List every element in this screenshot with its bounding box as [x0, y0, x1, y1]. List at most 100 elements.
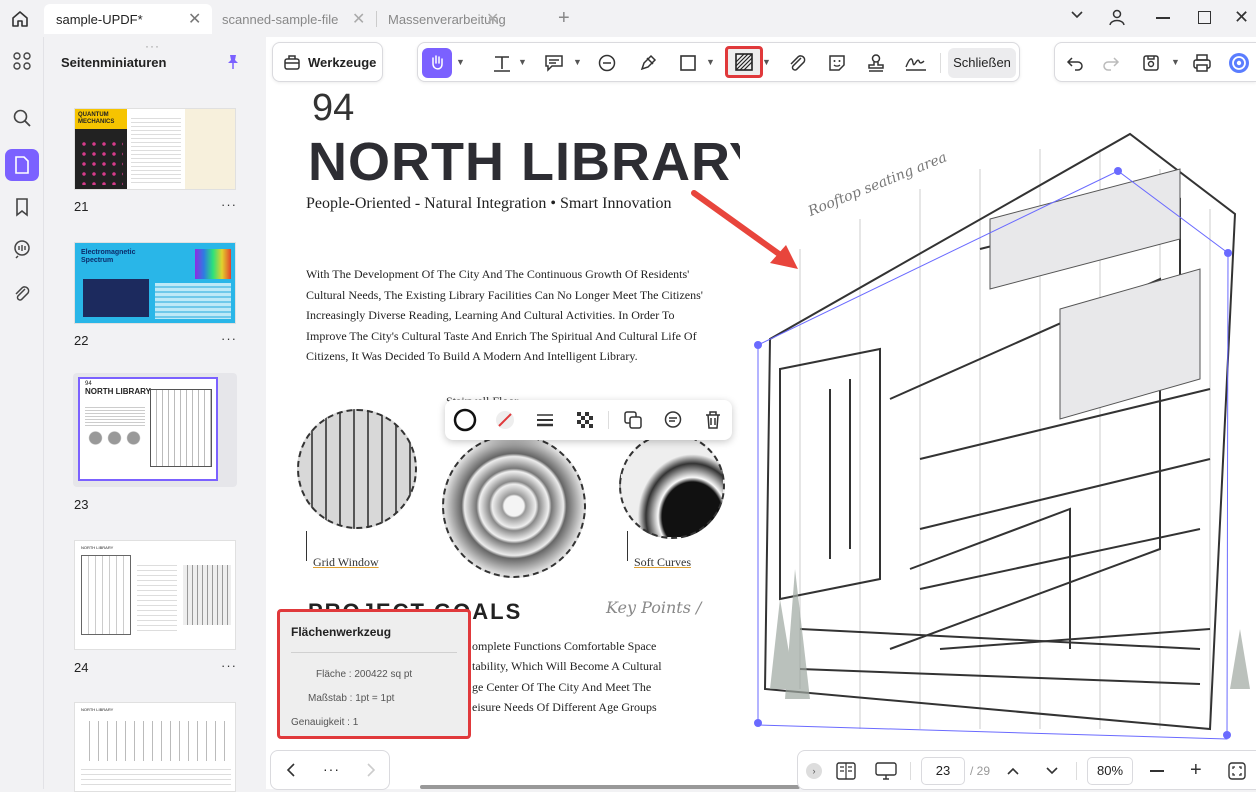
text-tool-icon[interactable] [488, 49, 516, 77]
thumbnail-number: 23 [74, 497, 89, 512]
close-tab-icon[interactable]: ✕ [486, 9, 499, 29]
bookmark-icon[interactable] [8, 193, 36, 221]
tools-button[interactable]: Werkzeuge [308, 55, 376, 70]
stairwell-image [442, 434, 586, 578]
attachment-icon[interactable] [8, 280, 36, 308]
fill-color-icon[interactable] [491, 406, 519, 434]
page-thumbnails-icon[interactable] [5, 149, 39, 181]
pin-icon[interactable] [225, 54, 241, 75]
thumb-diagram [81, 721, 231, 761]
label-line [627, 531, 628, 561]
building-illustration[interactable] [740, 129, 1256, 749]
thumb-building [150, 389, 212, 467]
goals-line-3: ge Center Of The City And Meet The [472, 680, 652, 694]
thumb-caption: MECHANICS [78, 119, 115, 125]
collapse-toggle-icon[interactable]: › [806, 763, 822, 779]
thumbnail-more-icon[interactable]: ··· [221, 197, 237, 212]
close-tab-icon[interactable]: ✕ [352, 9, 365, 29]
thumbnail-page-22[interactable]: Electromagnetic Spectrum [74, 242, 236, 324]
toolbox-icon[interactable] [283, 53, 301, 76]
thumbnail-page-24[interactable]: NORTH LIBRARY [74, 540, 236, 650]
maximize-icon[interactable] [1198, 11, 1211, 24]
area-measure-tool-icon[interactable] [725, 46, 763, 78]
tab-scanned-sample-file[interactable]: scanned-sample-file ✕ [212, 4, 374, 34]
thumb-caption: Electromagnetic [81, 249, 136, 256]
redo-icon[interactable] [1097, 49, 1125, 77]
more-options-icon[interactable]: ··· [323, 761, 340, 777]
thumbnail-number: 21 [74, 199, 89, 214]
page-title: NORTH LIBRARY [308, 132, 766, 192]
attachment-tool-icon[interactable] [783, 49, 811, 77]
copy-icon[interactable] [619, 406, 647, 434]
view-controls: › 23 / 29 80% + [797, 750, 1256, 790]
zoom-out-icon[interactable] [1150, 770, 1164, 772]
chevron-right-icon[interactable] [365, 761, 377, 784]
current-page-input[interactable]: 23 [921, 757, 965, 785]
add-comment-icon[interactable] [659, 406, 687, 434]
apps-grid-icon[interactable] [8, 47, 36, 75]
delete-icon[interactable] [699, 406, 727, 434]
stamp-tool-icon[interactable] [862, 49, 890, 77]
fit-page-icon[interactable] [1228, 762, 1246, 785]
rectangle-tool-icon[interactable] [674, 49, 702, 77]
horizontal-scrollbar[interactable] [420, 785, 800, 789]
thumb-dark-block [83, 279, 149, 317]
pencil-tool-icon[interactable] [634, 49, 662, 77]
opacity-icon[interactable] [571, 406, 599, 434]
divider [1076, 762, 1077, 780]
thumb-text-area [137, 561, 177, 635]
note-tool-icon[interactable] [540, 49, 568, 77]
chevron-down-icon[interactable]: ▼ [1171, 57, 1180, 67]
hand-tool-icon[interactable] [422, 48, 452, 78]
toolbar-divider [940, 53, 941, 73]
divider [910, 762, 911, 780]
comment-tool-icon[interactable] [593, 49, 621, 77]
home-icon[interactable] [10, 9, 30, 29]
chevron-down-icon[interactable]: ▼ [456, 57, 465, 67]
chevron-down-icon[interactable]: ▼ [518, 57, 527, 67]
title-bar: sample-UPDF* ✕ scanned-sample-file ✕ Mas… [0, 0, 1256, 37]
thumbnail-more-icon[interactable]: ··· [221, 331, 237, 346]
tab-label: sample-UPDF* [56, 11, 143, 27]
chevron-left-icon[interactable] [285, 761, 297, 784]
panel-divider [291, 652, 457, 653]
chevron-down-icon[interactable] [1045, 764, 1059, 782]
page-layout-icon[interactable] [836, 762, 856, 785]
line-weight-icon[interactable] [531, 406, 559, 434]
ai-assistant-icon[interactable] [1225, 49, 1253, 77]
thumbnail-page-21[interactable]: QUANTUM MECHANICS [74, 108, 236, 190]
close-tools-button[interactable]: Schließen [948, 48, 1016, 78]
minimize-icon[interactable] [1156, 17, 1170, 19]
page-subtitle: People-Oriented - Natural Integration • … [306, 195, 672, 212]
chevron-down-icon[interactable]: ▼ [573, 57, 582, 67]
chevron-up-icon[interactable] [1006, 764, 1020, 782]
print-icon[interactable] [1188, 49, 1216, 77]
thumbnail-more-icon[interactable]: ··· [221, 658, 237, 673]
chevron-down-icon[interactable] [1070, 8, 1084, 27]
thumbnail-page-23[interactable]: 94 NORTH LIBRARY [78, 377, 218, 481]
sticker-tool-icon[interactable] [823, 49, 851, 77]
thumb-circles [86, 429, 142, 447]
close-window-icon[interactable]: ✕ [1234, 7, 1249, 28]
grid-window-label: Grid Window [313, 555, 379, 569]
close-tab-icon[interactable]: ✕ [188, 9, 201, 29]
comment-icon[interactable] [8, 235, 36, 263]
save-icon[interactable] [1137, 49, 1165, 77]
undo-icon[interactable] [1061, 49, 1089, 77]
account-icon[interactable] [1108, 8, 1126, 31]
tab-massenverarbeitung[interactable]: Massenverarbeitung ✕ [378, 4, 528, 34]
chevron-down-icon[interactable]: ▼ [762, 57, 771, 67]
chevron-down-icon[interactable]: ▼ [706, 57, 715, 67]
resize-handle[interactable]: ··· [145, 39, 160, 53]
signature-tool-icon[interactable] [902, 49, 930, 77]
thumbnail-page-25[interactable]: NORTH LIBRARY [74, 702, 236, 792]
zoom-level-input[interactable]: 80% [1087, 757, 1133, 785]
tab-sample-updf[interactable]: sample-UPDF* ✕ [44, 4, 212, 34]
new-tab-icon[interactable]: + [558, 7, 570, 30]
thumb-caption: NORTH LIBRARY [81, 707, 114, 712]
toolbar-divider [608, 411, 609, 429]
stroke-color-icon[interactable] [451, 406, 479, 434]
zoom-in-icon[interactable]: + [1190, 759, 1202, 782]
search-icon[interactable] [8, 104, 36, 132]
presentation-icon[interactable] [875, 762, 897, 785]
